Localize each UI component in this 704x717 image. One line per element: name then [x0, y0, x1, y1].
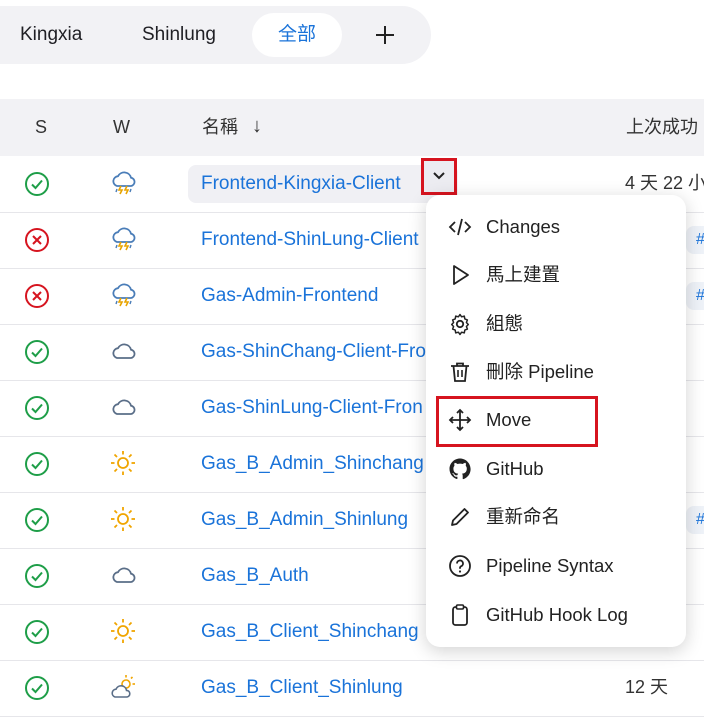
play-icon — [453, 265, 469, 285]
job-name-link[interactable]: Gas_B_Client_Shinchang — [201, 604, 419, 659]
trash-icon — [451, 362, 469, 382]
menu-item-label: Move — [486, 409, 532, 430]
sun-weather-icon — [109, 505, 135, 531]
job-name-link[interactable]: Frontend-ShinLung-Client — [201, 212, 419, 267]
pencil-icon — [451, 508, 469, 526]
success-status-icon — [24, 563, 50, 589]
success-status-icon — [24, 395, 50, 421]
success-status-icon — [24, 675, 50, 701]
failed-status-icon — [24, 283, 50, 309]
menu-item-label: 刪除 Pipeline — [486, 361, 594, 382]
job-name-link[interactable]: Gas_B_Client_Shinlung — [201, 660, 403, 715]
code-icon — [448, 218, 472, 236]
sunny-cloud-weather-icon — [109, 673, 135, 699]
success-status-icon — [24, 451, 50, 477]
sort-desc-icon[interactable]: ↓ — [252, 115, 262, 138]
menu-item-pipeline-syntax[interactable]: Pipeline Syntax — [426, 542, 686, 590]
cloud-weather-icon — [109, 337, 136, 363]
header-name[interactable]: 名稱 — [202, 99, 238, 155]
build-number-badge[interactable]: # — [686, 282, 704, 310]
menu-item-move[interactable]: Move — [426, 396, 686, 447]
last-success-text: 12 天 — [625, 677, 669, 697]
build-number-badge[interactable]: # — [686, 226, 704, 254]
sun-weather-icon — [109, 449, 135, 475]
header-last-success[interactable]: 上次成功 — [626, 99, 698, 155]
table-row[interactable]: Gas_B_Client_Shinlung 12 天 — [0, 660, 704, 717]
storm-weather-icon — [109, 281, 136, 307]
header-weather[interactable]: W — [113, 99, 130, 155]
chevron-down-icon — [433, 172, 445, 180]
job-context-menu: Changes 馬上建置 組態 刪除 Pipeline Move GitHub … — [426, 195, 686, 647]
success-status-icon — [24, 619, 50, 645]
job-name-link[interactable]: Frontend-Kingxia-Client — [201, 156, 401, 211]
job-name-link[interactable]: Gas_B_Admin_Shinlung — [201, 492, 408, 547]
menu-item-rename[interactable]: 重新命名 — [426, 493, 686, 541]
menu-item-github-hook-log[interactable]: GitHub Hook Log — [426, 591, 686, 639]
storm-weather-icon — [109, 169, 136, 195]
sun-weather-icon — [109, 617, 135, 643]
add-view-icon[interactable] — [373, 23, 397, 47]
menu-item-label: Pipeline Syntax — [486, 555, 614, 576]
success-status-icon — [24, 507, 50, 533]
tab-kingxia[interactable]: Kingxia — [20, 6, 82, 64]
menu-item-label: GitHub — [486, 458, 544, 479]
menu-item-delete-pipeline[interactable]: 刪除 Pipeline — [426, 348, 686, 396]
view-tabs: Kingxia Shinlung 全部 — [0, 6, 431, 64]
storm-weather-icon — [109, 225, 136, 251]
tab-all[interactable]: 全部 — [252, 13, 342, 57]
cloud-weather-icon — [109, 561, 136, 587]
success-status-icon — [24, 339, 50, 365]
header-status[interactable]: S — [35, 99, 47, 155]
menu-item-label: 重新命名 — [486, 506, 561, 527]
move-icon — [448, 408, 472, 432]
menu-item-github[interactable]: GitHub — [426, 445, 686, 493]
menu-item-label: 組態 — [486, 313, 524, 334]
failed-status-icon — [24, 227, 50, 253]
help-icon — [449, 555, 471, 577]
menu-item-label: GitHub Hook Log — [486, 604, 628, 625]
clipboard-icon — [452, 604, 468, 626]
job-name-link[interactable]: Gas_B_Admin_Shinchang — [201, 436, 424, 491]
tab-shinlung[interactable]: Shinlung — [142, 6, 216, 64]
github-icon — [449, 458, 471, 480]
success-status-icon — [24, 171, 50, 197]
menu-item-label: Changes — [486, 216, 561, 237]
build-number-badge[interactable]: # — [686, 506, 704, 534]
job-name-link[interactable]: Gas-ShinChang-Client-Fro — [201, 324, 426, 379]
menu-item-label: 馬上建置 — [486, 264, 561, 285]
job-name-link[interactable]: Gas-ShinLung-Client-Fron — [201, 380, 423, 435]
gear-icon — [450, 313, 470, 336]
menu-item-configure[interactable]: 組態 — [426, 300, 686, 348]
table-header: S W 名稱 ↓ 上次成功 — [0, 99, 704, 156]
cloud-weather-icon — [109, 393, 136, 419]
job-menu-chevron-button[interactable] — [421, 158, 457, 195]
menu-item-build-now[interactable]: 馬上建置 — [426, 251, 686, 299]
job-name-link[interactable]: Gas_B_Auth — [201, 548, 309, 603]
job-name-link[interactable]: Gas-Admin-Frontend — [201, 268, 378, 323]
menu-item-changes[interactable]: Changes — [426, 203, 686, 251]
